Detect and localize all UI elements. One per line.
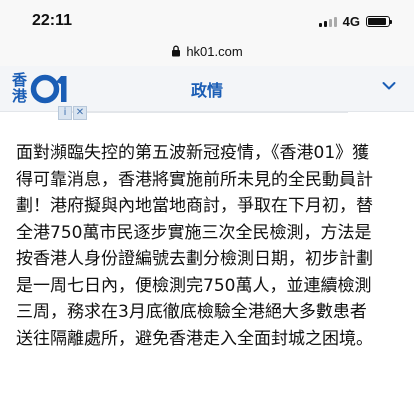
lock-icon [172, 45, 181, 57]
status-bar: 22:11 4G [0, 0, 414, 36]
ad-info-icon[interactable]: i [58, 106, 72, 120]
ad-slot [58, 112, 348, 119]
article-line: 是一周七日內，便檢測完750萬人，並連續檢測 [16, 275, 372, 296]
article-line: 送往隔離處所，避免香港走入全面封城之困境。 [16, 328, 373, 349]
cellular-signal-icon [318, 16, 337, 27]
section-title: 政情 [190, 81, 223, 100]
status-indicators: 4G [318, 14, 392, 29]
article-line: 全港750萬市民逐步實施三次全民檢測，方法是 [16, 222, 372, 243]
network-type: 4G [342, 14, 360, 29]
address-bar[interactable]: hk01.com [0, 36, 414, 66]
article-line: 得可靠消息，香港將實施前所未見的全民動員計 [16, 169, 373, 190]
article-line: 三周，務求在3月底徹底檢驗全港絕大多數患者 [16, 302, 367, 322]
battery-level [368, 18, 387, 25]
chevron-down-icon[interactable] [382, 81, 396, 91]
status-time: 22:11 [32, 12, 73, 29]
url-text: hk01.com [186, 43, 243, 59]
article-line: 按香港人身份證編號去劃分檢測日期，初步計劃 [16, 249, 373, 269]
ad-controls: i ✕ [58, 106, 87, 120]
battery-icon [366, 16, 392, 27]
article-line: 劃！港府擬與內地當地商討，爭取在下月初，替 [16, 196, 373, 216]
ad-close-icon[interactable]: ✕ [73, 106, 87, 120]
article-line: 面對瀕臨失控的第五波新冠疫情，《香港01》獲 [16, 143, 370, 163]
